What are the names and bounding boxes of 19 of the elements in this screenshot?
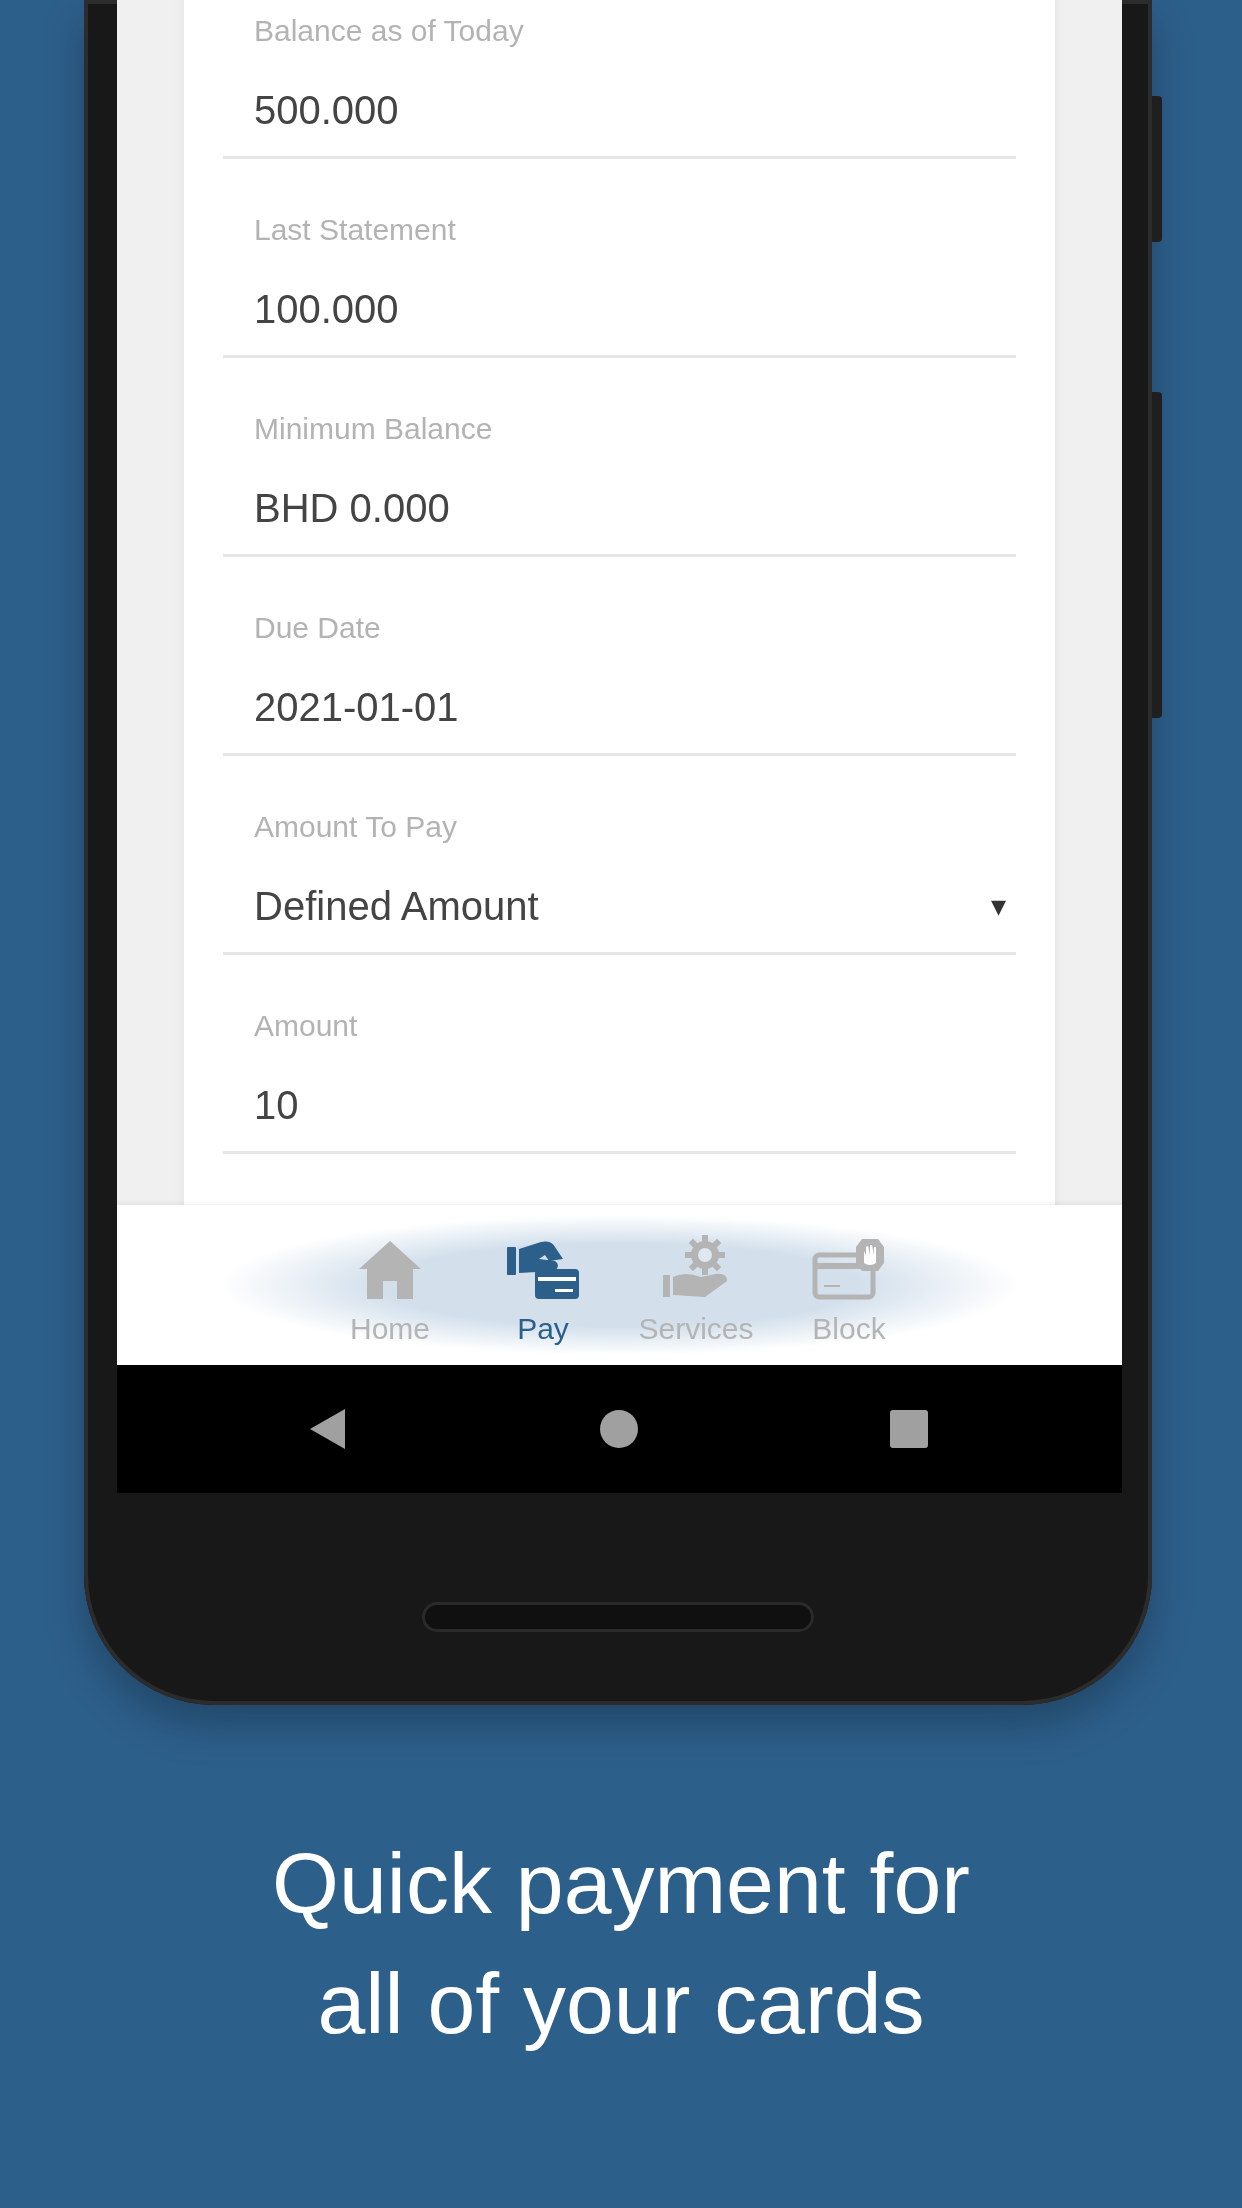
field-value: 100.000 bbox=[254, 286, 399, 333]
nav-tab[interactable]: Pay bbox=[466, 1229, 620, 1349]
promo-caption: Quick payment for all of your cards bbox=[271, 1834, 971, 2053]
field-label: Minimum Balance bbox=[254, 411, 493, 447]
field-label: Last Statement bbox=[254, 212, 456, 248]
field-label: Amount To Pay bbox=[254, 809, 457, 845]
field-label: Balance as of Today bbox=[254, 13, 524, 49]
field-value: 10 bbox=[254, 1082, 299, 1129]
house-icon bbox=[357, 1239, 423, 1301]
field-label: Amount bbox=[254, 1008, 358, 1044]
field-value: 2021-01-01 bbox=[254, 684, 459, 731]
dropdown-value[interactable]: Defined Amount bbox=[254, 882, 539, 930]
field-value: 500.000 bbox=[254, 87, 399, 134]
dropdown-caret[interactable]: ▾ bbox=[991, 882, 1006, 930]
home-circle-icon[interactable] bbox=[599, 1409, 639, 1449]
card-hand-icon bbox=[812, 1237, 886, 1301]
field-label: Due Date bbox=[254, 610, 381, 646]
field-value: BHD 0.000 bbox=[254, 485, 450, 532]
hand-card-icon bbox=[505, 1239, 581, 1301]
